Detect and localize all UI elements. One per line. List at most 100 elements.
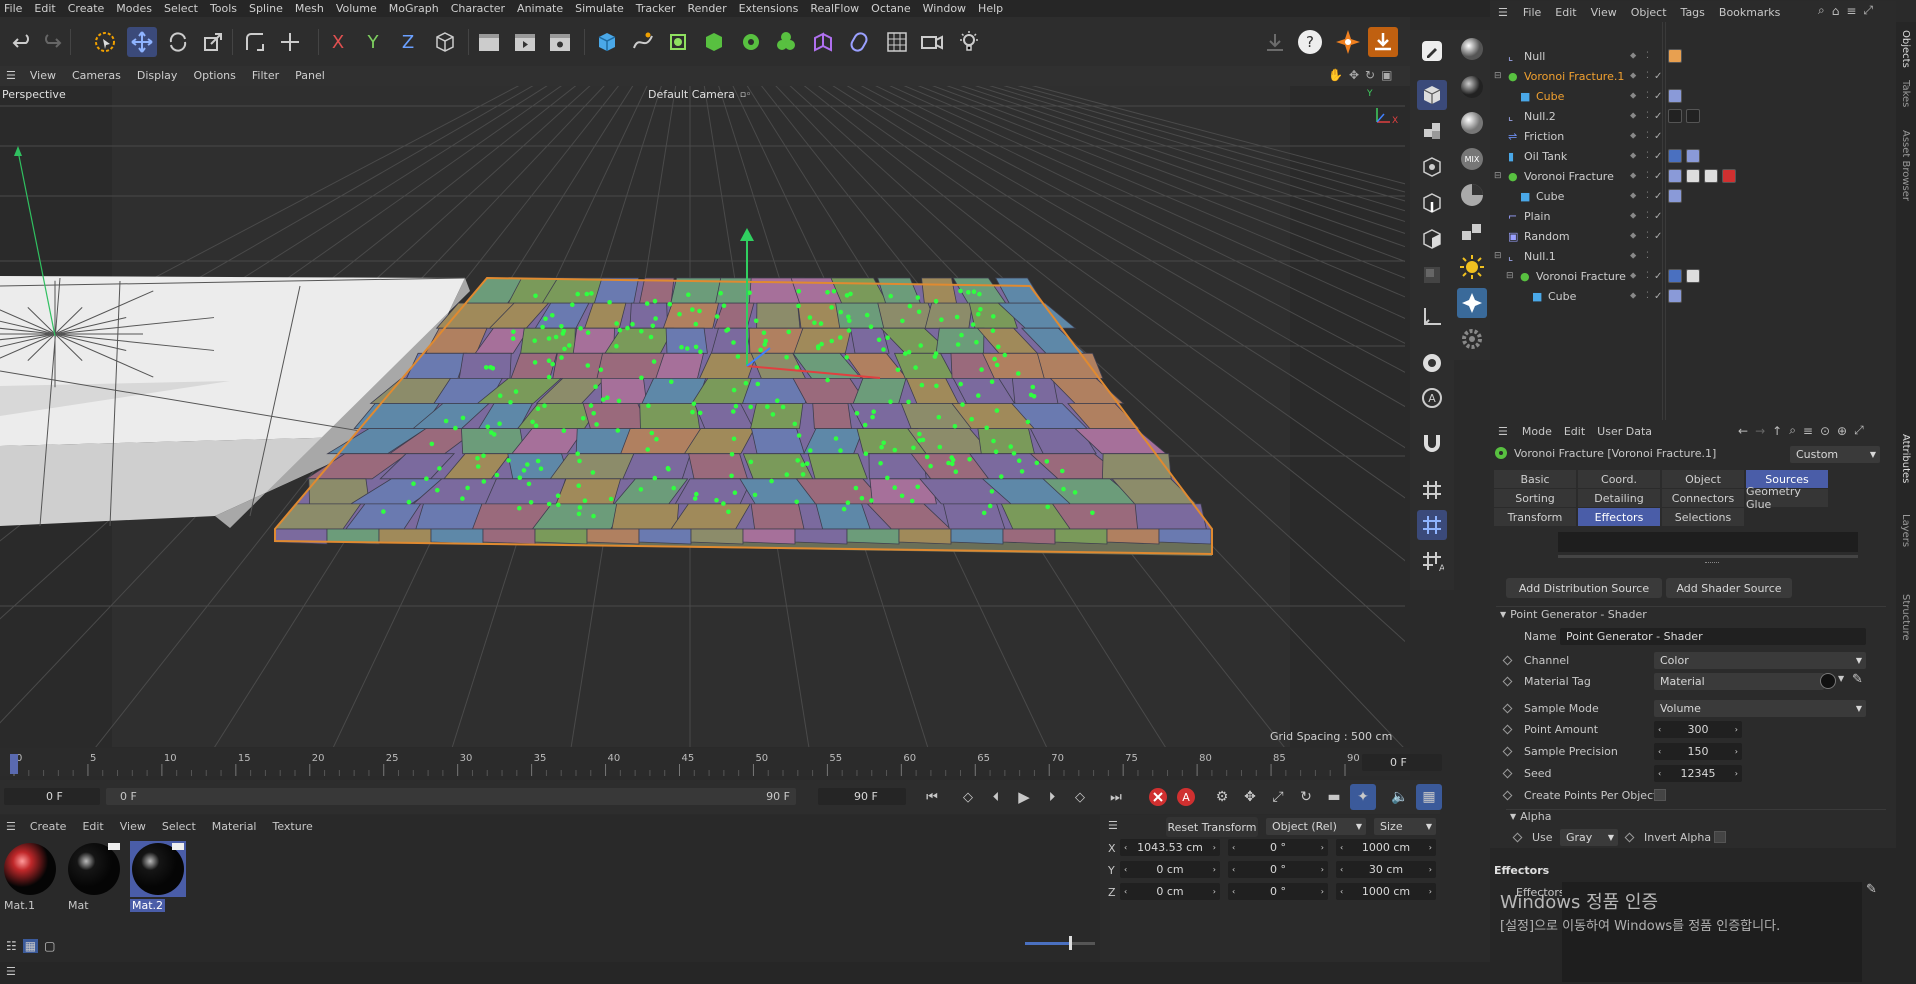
menu-extensions[interactable]: Extensions xyxy=(733,0,805,17)
layer-visibility-icon[interactable]: ⬥ xyxy=(1630,171,1636,181)
key-pla-icon[interactable]: ✦ xyxy=(1350,784,1376,810)
align-workplane-button[interactable]: A xyxy=(1417,546,1447,576)
layer-visibility-icon[interactable]: ⬥ xyxy=(1630,211,1636,221)
toggle-view-icon[interactable]: ▣ xyxy=(1381,68,1392,82)
model-mode-button[interactable] xyxy=(1417,80,1447,110)
increment-icon[interactable]: › xyxy=(1213,865,1216,874)
layer-visibility-icon[interactable]: ⬥ xyxy=(1630,111,1636,121)
render-dots-icon[interactable]: ⁚ xyxy=(1646,291,1649,301)
keyframe-diamond-icon[interactable] xyxy=(1502,676,1513,687)
keyframe-settings-icon[interactable]: ⚙ xyxy=(1210,785,1234,809)
size-mode-select[interactable]: Size ▼ xyxy=(1374,818,1436,835)
y-axis-lock-button[interactable]: Y xyxy=(358,27,388,57)
keyframe-diamond-icon[interactable] xyxy=(1502,790,1513,801)
help-button[interactable]: ? xyxy=(1295,27,1325,57)
expand-icon[interactable]: ⤢ xyxy=(1863,3,1873,18)
menu-volume[interactable]: Volume xyxy=(330,0,383,17)
enabled-check-icon[interactable]: ✓ xyxy=(1654,211,1662,222)
key-rotation-icon[interactable]: ↻ xyxy=(1294,785,1318,809)
side-tab-asset-browser[interactable]: Asset Browser xyxy=(1900,130,1911,201)
attr-tab-basic[interactable]: Basic xyxy=(1494,470,1576,488)
object-tag-icon[interactable] xyxy=(1668,269,1682,283)
menu-create[interactable]: Create xyxy=(62,0,111,17)
material-swatch-mat-2[interactable]: Mat.2 xyxy=(128,839,188,919)
grid-view-icon[interactable]: ▦ xyxy=(22,939,39,953)
decrement-icon[interactable]: ‹ xyxy=(1658,769,1661,778)
redo-button[interactable] xyxy=(36,27,66,57)
increment-icon[interactable]: › xyxy=(1213,843,1216,852)
object-tag-icon[interactable] xyxy=(1722,169,1736,183)
playhead[interactable] xyxy=(10,754,18,774)
object-menu-hamburger-icon[interactable]: ☰ xyxy=(1490,6,1516,19)
menu-tools[interactable]: Tools xyxy=(204,0,243,17)
collapse-toggle-icon[interactable]: ⊟ xyxy=(1494,71,1508,81)
floor-scene-button[interactable] xyxy=(882,27,912,57)
layout-down-button[interactable] xyxy=(1260,27,1290,57)
sound-icon[interactable]: 🔈 xyxy=(1388,785,1412,809)
render-dots-icon[interactable]: ⁚ xyxy=(1646,231,1649,241)
decrement-icon[interactable]: ‹ xyxy=(1340,887,1343,896)
object-tag-icon[interactable] xyxy=(1668,109,1682,123)
decrement-icon[interactable]: ‹ xyxy=(1232,887,1235,896)
menu-help[interactable]: Help xyxy=(972,0,1009,17)
octane-mix-button[interactable]: MIX xyxy=(1457,144,1487,174)
make-editable-button[interactable] xyxy=(1417,36,1447,66)
object-menu-file[interactable]: File xyxy=(1516,6,1548,19)
layer-visibility-icon[interactable]: ⬥ xyxy=(1630,291,1636,301)
viewport-menu-cameras[interactable]: Cameras xyxy=(64,66,129,86)
add-distribution-source-button[interactable]: Add Distribution Source xyxy=(1506,578,1662,598)
decrement-icon[interactable]: ‹ xyxy=(1340,843,1343,852)
viewport-menu-view[interactable]: View xyxy=(22,66,64,86)
layer-visibility-icon[interactable]: ⬥ xyxy=(1630,71,1636,81)
enabled-check-icon[interactable]: ✓ xyxy=(1654,231,1662,242)
sample-precision-stepper[interactable]: ‹ 150 › xyxy=(1654,743,1742,760)
object-menu-bookmarks[interactable]: Bookmarks xyxy=(1712,6,1787,19)
live-selection-button[interactable] xyxy=(90,27,120,57)
menu-character[interactable]: Character xyxy=(445,0,511,17)
octane-texture-button[interactable] xyxy=(1457,216,1487,246)
increment-icon[interactable]: › xyxy=(1735,725,1738,734)
object-row-voronoi-fracture[interactable]: ⊟ ● Voronoi Fracture ⬥ ⁚ ✓ xyxy=(1490,166,1890,186)
snap-magnet-button[interactable] xyxy=(1417,428,1447,458)
uv-mode-button[interactable] xyxy=(1417,260,1447,290)
snap-workplane-button[interactable] xyxy=(1417,510,1447,540)
attr-tab-object[interactable]: Object xyxy=(1662,470,1744,488)
attr-tab-selections[interactable]: Selections xyxy=(1662,508,1744,526)
reset-transform-button[interactable]: Reset Transform xyxy=(1166,817,1258,837)
keyframe-diamond-icon[interactable] xyxy=(1502,655,1513,666)
render-dots-icon[interactable]: ⁚ xyxy=(1646,51,1649,61)
list-view-icon[interactable]: ☷ xyxy=(6,939,17,953)
coord-size-field-z[interactable]: ‹ 1000 cm › xyxy=(1336,883,1436,900)
increment-icon[interactable]: › xyxy=(1429,865,1432,874)
side-tab-structure[interactable]: Structure xyxy=(1900,594,1911,641)
render-dots-icon[interactable]: ⁚ xyxy=(1646,191,1649,201)
snap-move-button[interactable] xyxy=(275,27,305,57)
increment-icon[interactable]: › xyxy=(1321,865,1324,874)
increment-icon[interactable]: › xyxy=(1735,747,1738,756)
menu-edit[interactable]: Edit xyxy=(28,0,61,17)
increment-icon[interactable]: › xyxy=(1735,769,1738,778)
octane-live-button[interactable] xyxy=(1333,27,1363,57)
octane-daylight-button[interactable] xyxy=(1457,252,1487,282)
z-axis-lock-button[interactable]: Z xyxy=(393,27,423,57)
coord-size-field-y[interactable]: ‹ 30 cm › xyxy=(1336,861,1436,878)
timeline-grid-icon[interactable]: ▦ xyxy=(1416,784,1442,810)
go-to-start-icon[interactable]: ⏮ xyxy=(920,785,944,809)
layer-visibility-icon[interactable]: ⬥ xyxy=(1630,91,1636,101)
menu-render[interactable]: Render xyxy=(681,0,732,17)
chevron-down-icon[interactable]: ▼ xyxy=(1838,674,1844,683)
rotate-tool-button[interactable] xyxy=(163,27,193,57)
attr-tab-transform[interactable]: Transform xyxy=(1494,508,1576,526)
object-row-random[interactable]: ▣ Random ⬥ ⁚ ✓ xyxy=(1490,226,1890,246)
source-name-field[interactable]: Point Generator - Shader xyxy=(1560,628,1866,645)
create-points-per-object-checkbox[interactable] xyxy=(1654,789,1666,801)
menu-spline[interactable]: Spline xyxy=(243,0,289,17)
texture-mode-button[interactable] xyxy=(1417,116,1447,146)
viewport-menu-options[interactable]: Options xyxy=(185,66,243,86)
resize-grip[interactable] xyxy=(1705,562,1719,565)
coord-pos-field-z[interactable]: ‹ 0 cm › xyxy=(1120,883,1220,900)
decrement-icon[interactable]: ‹ xyxy=(1658,747,1661,756)
sources-list[interactable] xyxy=(1558,532,1858,552)
material-menu-create[interactable]: Create xyxy=(22,820,75,833)
point-generator-section-header[interactable]: ▼ Point Generator - Shader xyxy=(1500,608,1647,621)
